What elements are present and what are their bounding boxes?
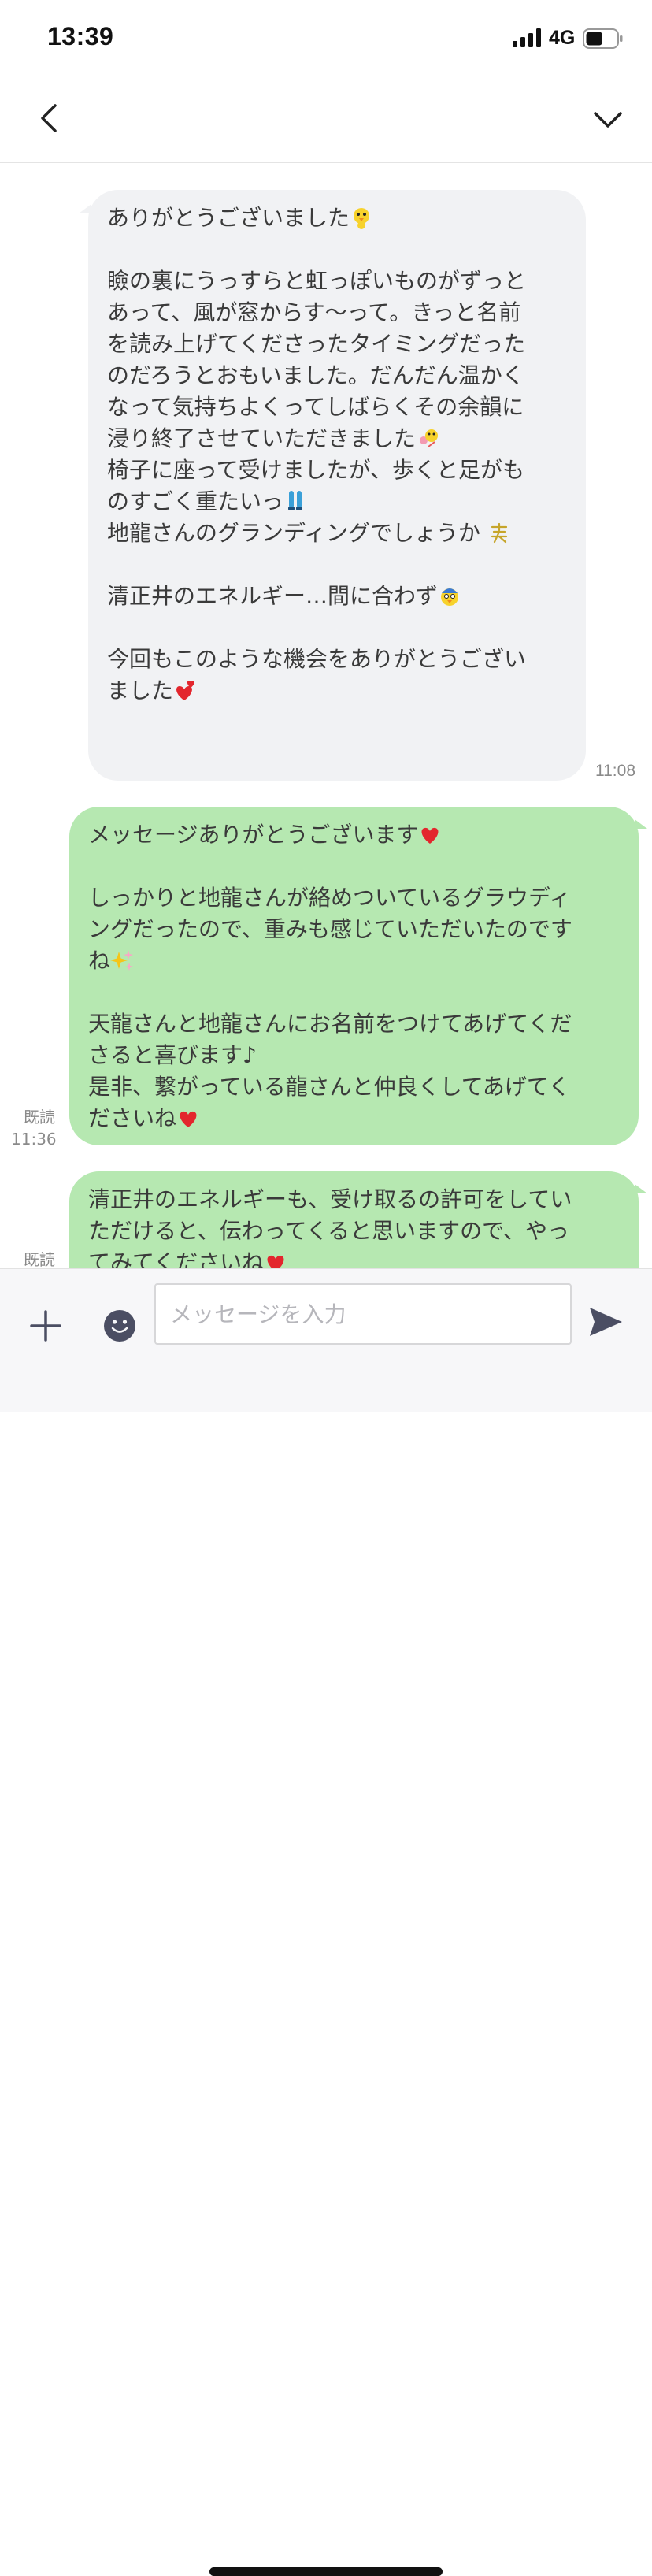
heavy-legs-emoji-icon	[288, 491, 303, 510]
read-receipt: 既読 11:36	[11, 1108, 57, 1149]
message-text: 清正井のエネルギーも、受け取るの許可をしてい ただけると、伝わってくると思います…	[88, 1184, 620, 1268]
chick-emoji-icon	[354, 208, 370, 229]
heart-icon	[267, 1255, 284, 1268]
message-time: 11:08	[595, 762, 635, 780]
smiley-icon	[104, 1310, 135, 1342]
heart-icon	[180, 1111, 197, 1127]
back-button[interactable]	[27, 95, 74, 142]
laughing-kanji-emoji-icon	[491, 522, 508, 544]
sparkles-icon	[110, 950, 134, 971]
send-icon	[590, 1308, 622, 1336]
home-indicator	[209, 2567, 443, 2576]
battery-icon	[583, 28, 623, 49]
signal-icon	[513, 28, 541, 47]
chat-messages[interactable]: ありがとうございました 瞼の裏にうっすらと虹っぽいものがずっと あって、風が窓か…	[0, 163, 652, 1268]
menu-button[interactable]	[586, 98, 630, 142]
message-text: メッセージありがとうございます しっかりと地龍さんが絡めついているグラウディ ン…	[88, 822, 572, 1131]
plus-icon	[30, 1310, 61, 1342]
add-button[interactable]	[28, 1308, 63, 1343]
message-input[interactable]	[154, 1283, 572, 1345]
message-text: ありがとうございました 瞼の裏にうっすらと虹っぽいものがずっと あって、風が窓か…	[107, 205, 527, 703]
send-button[interactable]	[587, 1305, 624, 1338]
two-hearts-emoji-icon	[176, 681, 194, 700]
chevron-down-icon	[594, 112, 622, 128]
incoming-message-bubble[interactable]: ありがとうございました 瞼の裏にうっすらと虹っぽいものがずっと あって、風が窓か…	[88, 190, 586, 781]
status-bar: 13:39 4G	[0, 0, 652, 79]
read-receipt: 既読	[24, 1250, 55, 1268]
chick-hat-emoji-icon	[441, 588, 459, 606]
praying-emoji-icon	[420, 429, 439, 447]
network-type: 4G	[549, 27, 576, 49]
status-time: 13:39	[47, 22, 114, 50]
outgoing-message-bubble[interactable]: メッセージありがとうございます しっかりと地龍さんが絡めついているグラウディ ン…	[69, 807, 639, 1145]
message-input-bar	[0, 1268, 652, 2576]
chevron-left-icon	[41, 104, 57, 132]
heart-icon	[421, 827, 439, 844]
outgoing-message-bubble[interactable]: 清正井のエネルギーも、受け取るの許可をしてい ただけると、伝わってくると思います…	[69, 1171, 639, 1268]
sticker-button[interactable]	[102, 1308, 137, 1343]
chat-header	[0, 79, 652, 163]
